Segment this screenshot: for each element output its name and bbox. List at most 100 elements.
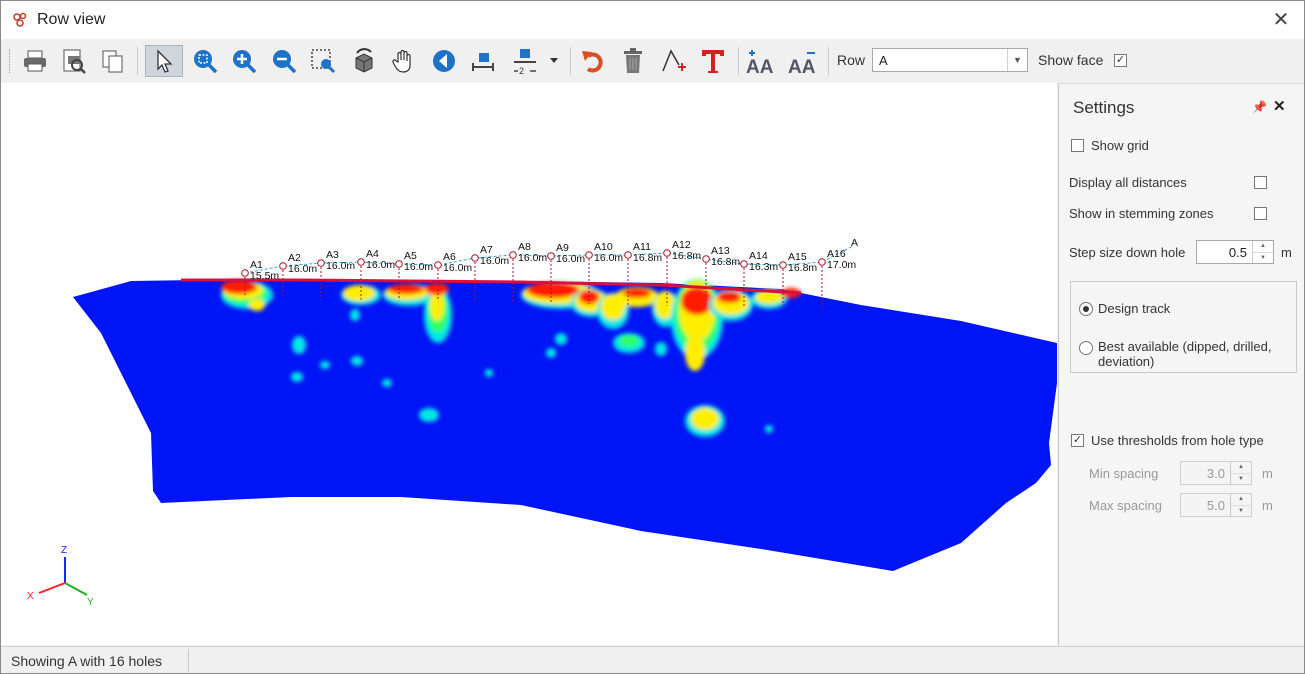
hole-depth-label: 16.0m — [594, 252, 623, 264]
show-face-checkbox[interactable]: ✓ — [1114, 54, 1127, 67]
toolbar-separator — [137, 47, 138, 75]
hole-collar[interactable] — [279, 262, 287, 270]
measure-button[interactable] — [467, 45, 499, 77]
row-view-canvas[interactable]: A1 15.5m A2 16.0m A3 16.0m A4 16.0m A5 16.0m A6 16.… — [1, 83, 1057, 645]
hole-collar[interactable] — [779, 261, 787, 269]
hole-collar[interactable] — [585, 251, 593, 259]
hole-depth-label: 16.8m — [711, 256, 740, 268]
toolbar-grip[interactable] — [9, 49, 13, 73]
design-track-radio[interactable] — [1079, 302, 1093, 316]
hole-collar[interactable] — [317, 259, 325, 267]
axis-y-label: Y — [87, 597, 94, 608]
undo-icon — [582, 51, 603, 73]
step-size-spinner[interactable]: ▲ ▼ — [1252, 241, 1273, 263]
max-spacing-value: 5.0 — [1206, 498, 1225, 513]
add-vertex-button[interactable] — [657, 45, 689, 77]
text-icon — [702, 50, 724, 73]
delete-button[interactable] — [617, 45, 649, 77]
print-icon — [24, 50, 46, 72]
min-spacing-value: 3.0 — [1206, 466, 1225, 481]
print-button[interactable] — [19, 45, 51, 77]
svg-text:AA: AA — [746, 57, 774, 76]
max-spacing-label: Max spacing — [1089, 498, 1162, 513]
show-in-stemming-checkbox[interactable] — [1254, 207, 1267, 220]
row-view-window: Row view ✕ 2 AA AA Row A ▼ Show face ✓ A… — [0, 0, 1305, 674]
hole-depth-label: 16.8m — [672, 250, 701, 262]
previous-row-icon — [433, 50, 455, 72]
svg-text:AA: AA — [788, 57, 816, 76]
show-face-label: Show face — [1038, 52, 1104, 68]
settings-close-icon[interactable]: ✕ — [1273, 97, 1286, 115]
max-spacing-spinner[interactable]: ▲ ▼ — [1230, 494, 1251, 516]
hole-collar[interactable] — [509, 251, 517, 259]
zoom-window-icon — [311, 49, 336, 74]
row-label: Row — [837, 52, 866, 68]
show-grid-checkbox[interactable] — [1071, 139, 1084, 152]
hole-depth-label: 16.0m — [326, 260, 355, 272]
rotate-icon — [355, 48, 373, 73]
select-button[interactable] — [145, 45, 183, 77]
hole-collar[interactable] — [663, 249, 671, 257]
hole-depth-label: 16.3m — [749, 261, 778, 273]
min-spacing-spinner[interactable]: ▲ ▼ — [1230, 462, 1251, 484]
zoom-extents-button[interactable] — [189, 45, 221, 77]
min-spacing-label: Min spacing — [1089, 466, 1159, 481]
status-text: Showing A with 16 holes — [11, 653, 162, 669]
hole-collar[interactable] — [434, 261, 442, 269]
step-size-unit: m — [1281, 245, 1292, 260]
hole-depth-label: 16.0m — [366, 259, 395, 271]
use-thresholds-label: Use thresholds from hole type — [1091, 433, 1264, 448]
hole-depth-label: 16.0m — [480, 255, 509, 267]
axis-z-label: Z — [61, 545, 67, 556]
hole-depth-label: 17.0m — [827, 259, 856, 271]
best-available-radio[interactable] — [1079, 341, 1093, 355]
hole-collar[interactable] — [357, 258, 365, 266]
max-spacing-input[interactable]: 5.0 ▲ ▼ — [1180, 493, 1252, 517]
hole-collar[interactable] — [471, 254, 479, 262]
toolbar-separator — [738, 47, 739, 75]
text-button[interactable] — [697, 45, 729, 77]
show-grid-label: Show grid — [1091, 138, 1149, 153]
step-size-input[interactable]: 0.5 ▲ ▼ — [1196, 240, 1274, 264]
copy-icon — [102, 50, 123, 73]
increase-font-button[interactable]: AA — [745, 45, 777, 77]
chevron-down-icon[interactable]: ▼ — [1007, 49, 1027, 71]
window-close-button[interactable]: ✕ — [1258, 1, 1304, 39]
settings-panel: Settings 📌 ✕ Show grid Display all dista… — [1058, 84, 1304, 645]
hole-depth-label: 16.0m — [443, 262, 472, 274]
zoom-window-button[interactable] — [307, 45, 339, 77]
hole-collar[interactable] — [702, 255, 710, 263]
copy-button[interactable] — [97, 45, 129, 77]
max-spacing-unit: m — [1262, 498, 1273, 513]
print-preview-icon — [63, 49, 86, 74]
min-spacing-input[interactable]: 3.0 ▲ ▼ — [1180, 461, 1252, 485]
use-thresholds-checkbox[interactable]: ✓ — [1071, 434, 1084, 447]
hole-collar[interactable] — [395, 260, 403, 268]
row-select[interactable]: A ▼ — [872, 48, 1028, 72]
measure-two-points-button[interactable]: 2 — [506, 45, 544, 77]
undo-button[interactable] — [577, 45, 609, 77]
chevron-down-icon — [550, 58, 558, 63]
add-vertex-icon — [662, 49, 686, 72]
hole-depth-label: 16.0m — [404, 261, 433, 273]
hole-collar[interactable] — [740, 260, 748, 268]
previous-button[interactable] — [428, 45, 460, 77]
zoom-out-button[interactable] — [268, 45, 300, 77]
hole-collar[interactable] — [241, 269, 249, 277]
print-preview-button[interactable] — [58, 45, 90, 77]
best-available-label-1: Best available (dipped, drilled, — [1098, 339, 1272, 354]
hole-collar[interactable] — [547, 252, 555, 260]
hole-depth-label: 16.0m — [518, 252, 547, 264]
decrease-font-button[interactable]: AA — [787, 45, 819, 77]
display-all-distances-checkbox[interactable] — [1254, 176, 1267, 189]
pin-icon[interactable]: 📌 — [1252, 100, 1267, 114]
app-icon — [13, 12, 27, 27]
hole-collar[interactable] — [624, 251, 632, 259]
rotate-button[interactable] — [348, 45, 380, 77]
hole-collar[interactable] — [818, 258, 826, 266]
zoom-in-button[interactable] — [228, 45, 260, 77]
measure-dropdown-button[interactable] — [546, 45, 562, 77]
pan-button[interactable] — [387, 45, 419, 77]
window-title: Row view — [37, 11, 106, 28]
axis-triad: Z X Y — [27, 545, 94, 608]
